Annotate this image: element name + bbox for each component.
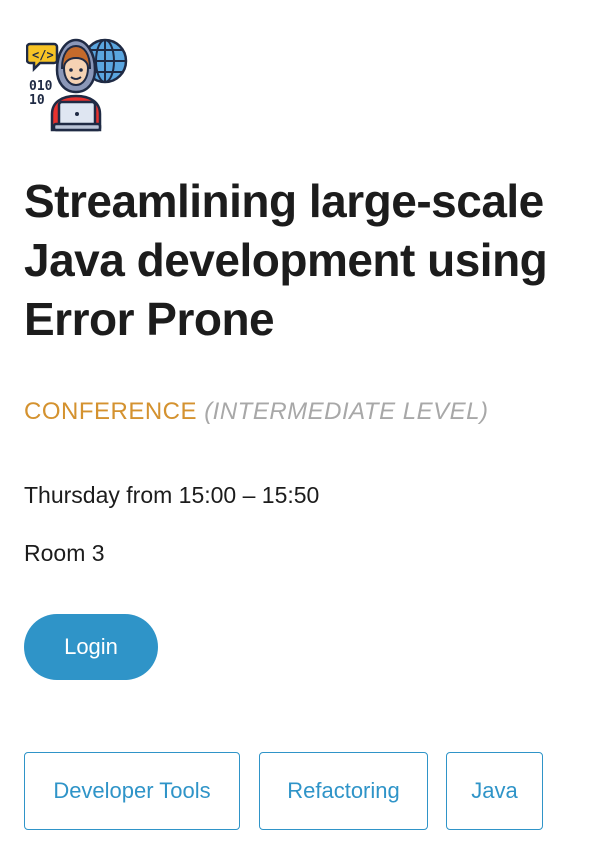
session-level: (INTERMEDIATE LEVEL) bbox=[204, 398, 489, 425]
tag-developer-tools[interactable]: Developer Tools bbox=[24, 752, 240, 830]
tag-java[interactable]: Java bbox=[446, 752, 543, 830]
developer-avatar-icon: </> 010 10 bbox=[26, 30, 128, 132]
session-time: Thursday from 15:00 – 15:50 bbox=[24, 482, 320, 508]
session-type: CONFERENCE bbox=[24, 398, 198, 425]
svg-text:010: 010 bbox=[29, 79, 53, 94]
svg-text:</>: </> bbox=[32, 48, 54, 62]
svg-text:10: 10 bbox=[29, 93, 45, 108]
session-room: Room 3 bbox=[24, 540, 105, 566]
session-meta: CONFERENCE (INTERMEDIATE LEVEL) bbox=[24, 398, 488, 426]
login-button[interactable]: Login bbox=[24, 614, 158, 680]
tag-refactoring[interactable]: Refactoring bbox=[259, 752, 428, 830]
session-title: Streamlining large-scale Java developmen… bbox=[24, 175, 548, 345]
